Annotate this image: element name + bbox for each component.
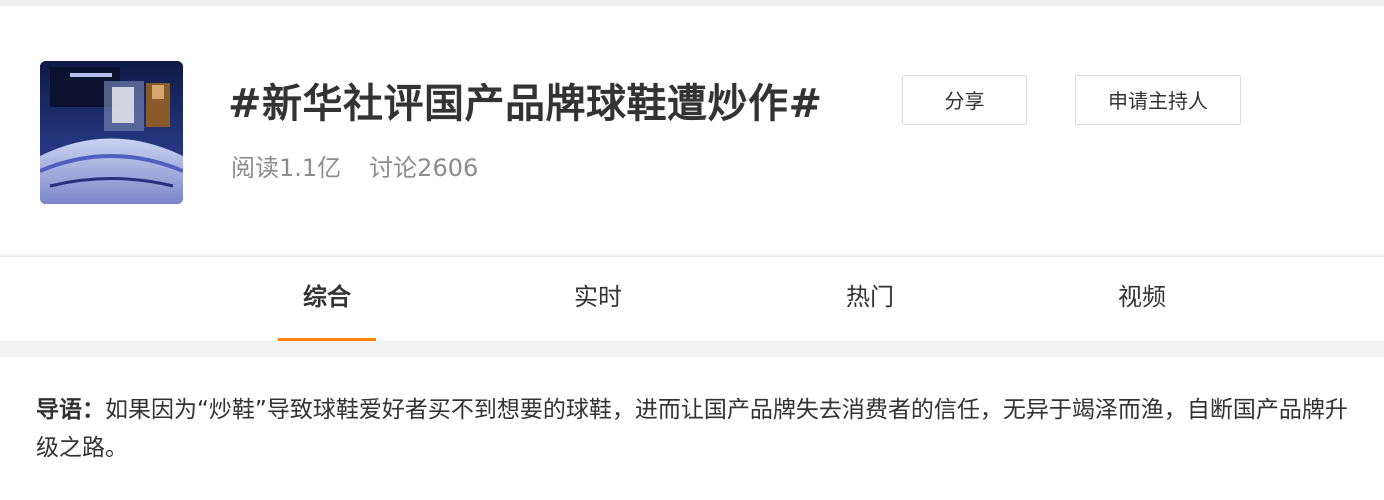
tab-video[interactable]: 视频 bbox=[1094, 257, 1190, 341]
intro-label: 导语： bbox=[36, 397, 105, 423]
share-button[interactable]: 分享 bbox=[902, 75, 1027, 125]
tab-hot[interactable]: 热门 bbox=[822, 257, 918, 341]
topic-thumbnail bbox=[40, 61, 183, 204]
topic-stats: 阅读1.1亿 讨论2606 bbox=[231, 151, 478, 185]
intro-text: 导语：如果因为“炒鞋”导致球鞋爱好者买不到想要的球鞋，进而让国产品牌失去消费者的… bbox=[36, 391, 1366, 467]
tab-comprehensive[interactable]: 综合 bbox=[278, 257, 376, 341]
intro-body: 如果因为“炒鞋”导致球鞋爱好者买不到想要的球鞋，进而让国产品牌失去消费者的信任，… bbox=[36, 397, 1348, 461]
active-tab-indicator bbox=[278, 338, 376, 341]
intro-card: 导语：如果因为“炒鞋”导致球鞋爱好者买不到想要的球鞋，进而让国产品牌失去消费者的… bbox=[0, 357, 1384, 500]
topic-title: #新华社评国产品牌球鞋遭炒作# bbox=[228, 81, 823, 127]
topic-header: #新华社评国产品牌球鞋遭炒作# 阅读1.1亿 讨论2606 分享 申请主持人 bbox=[0, 6, 1384, 254]
tab-bar: 综合 实时 热门 视频 bbox=[0, 256, 1384, 341]
discussion-count: 讨论2606 bbox=[369, 154, 479, 182]
tab-realtime[interactable]: 实时 bbox=[550, 257, 646, 341]
apply-host-button[interactable]: 申请主持人 bbox=[1075, 75, 1241, 125]
read-count: 阅读1.1亿 bbox=[231, 154, 342, 182]
news-studio-image bbox=[40, 61, 183, 204]
